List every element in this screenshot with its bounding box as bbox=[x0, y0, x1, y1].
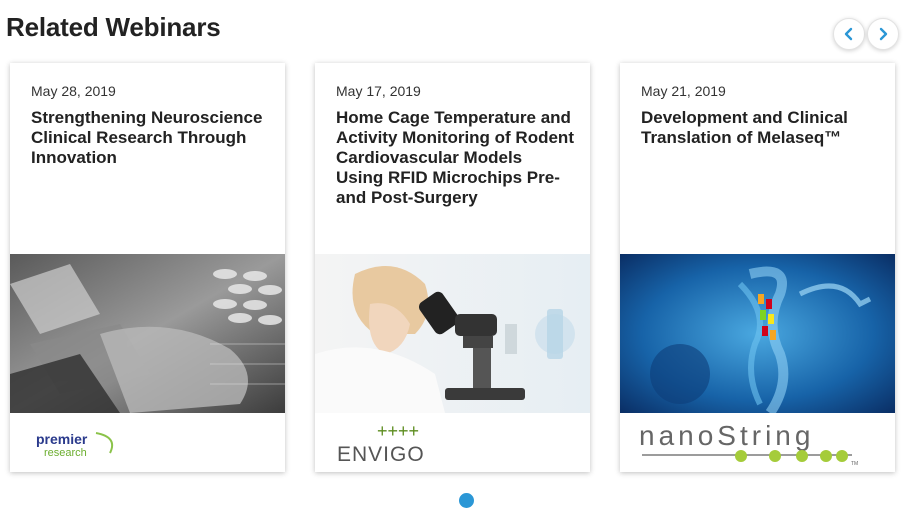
webinar-image[interactable] bbox=[620, 254, 895, 413]
webinar-image[interactable] bbox=[315, 254, 590, 413]
sponsor-logo: ++++ ENVIGO bbox=[315, 413, 590, 472]
svg-text:ENVIGO: ENVIGO bbox=[337, 443, 425, 466]
webinar-image[interactable] bbox=[10, 254, 285, 413]
svg-text:research: research bbox=[44, 447, 87, 459]
webinar-card[interactable]: May 17, 2019 Home Cage Temperature and A… bbox=[315, 63, 590, 472]
webinar-date: May 17, 2019 bbox=[336, 83, 421, 99]
webinar-card[interactable]: May 28, 2019 Strengthening Neuroscience … bbox=[10, 63, 285, 472]
sponsor-logo: nanoString TM bbox=[620, 413, 895, 472]
carousel-next-button[interactable] bbox=[867, 18, 899, 50]
chevron-left-icon bbox=[843, 27, 855, 41]
webinar-title[interactable]: Strengthening Neuroscience Clinical Rese… bbox=[31, 108, 269, 168]
svg-text:nanoString: nanoString bbox=[639, 420, 814, 451]
section-title: Related Webinars bbox=[6, 12, 221, 42]
svg-text:TM: TM bbox=[851, 461, 858, 467]
webinar-card[interactable]: May 21, 2019 Development and Clinical Tr… bbox=[620, 63, 895, 472]
carousel-page-dot[interactable] bbox=[459, 493, 474, 508]
webinar-title[interactable]: Development and Clinical Translation of … bbox=[641, 108, 879, 148]
sponsor-logo: premier research bbox=[10, 413, 285, 472]
carousel-prev-button[interactable] bbox=[833, 18, 865, 50]
webinar-title[interactable]: Home Cage Temperature and Activity Monit… bbox=[336, 108, 574, 208]
chevron-right-icon bbox=[877, 27, 889, 41]
webinar-date: May 21, 2019 bbox=[641, 83, 726, 99]
svg-text:++++: ++++ bbox=[377, 421, 419, 441]
webinar-date: May 28, 2019 bbox=[31, 83, 116, 99]
svg-text:premier: premier bbox=[36, 431, 88, 447]
